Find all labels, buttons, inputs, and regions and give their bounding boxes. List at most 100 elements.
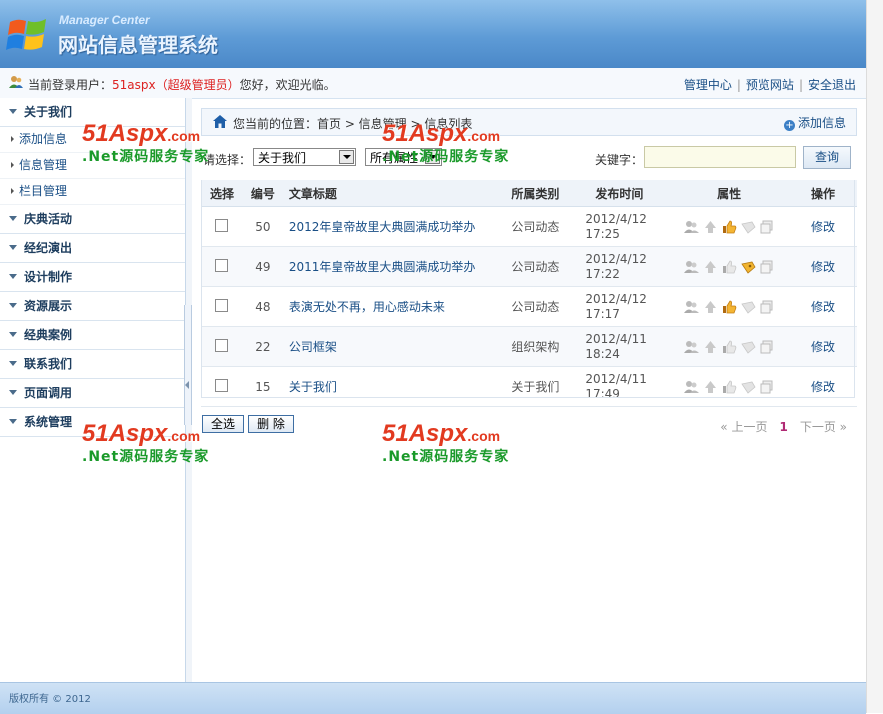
- attribute-select[interactable]: 所有属性: [365, 148, 442, 166]
- menu-item-info-manage[interactable]: 信息管理: [0, 153, 185, 179]
- menu-group-contact[interactable]: 联系我们: [0, 350, 185, 379]
- greet-prefix: 当前登录用户：: [28, 78, 113, 92]
- app-header: Manager Center 网站信息管理系统: [0, 0, 866, 68]
- row-attributes: [669, 206, 790, 247]
- row-date-cell: 2012/4/12 17:17: [569, 286, 670, 327]
- row-select-cell: [201, 246, 243, 287]
- link-logout[interactable]: 安全退出: [808, 78, 856, 92]
- users-icon[interactable]: [683, 260, 699, 274]
- menu-group-label: 经典案例: [24, 328, 73, 342]
- users-icon[interactable]: [683, 220, 699, 234]
- top-arrow-icon[interactable]: [703, 300, 718, 314]
- users-icon[interactable]: [683, 380, 699, 394]
- row-date: 2012/4/12: [585, 251, 647, 266]
- copy-icon[interactable]: [760, 380, 775, 394]
- menu-item-column-manage[interactable]: 栏目管理: [0, 179, 185, 205]
- copy-icon[interactable]: [760, 300, 775, 314]
- row-title-link[interactable]: 2011年皇帝故里大典圆满成功举办: [289, 260, 476, 274]
- menu-group-resources[interactable]: 资源展示: [0, 292, 185, 321]
- edit-link[interactable]: 修改: [811, 220, 835, 234]
- menu-group-label: 关于我们: [24, 105, 73, 119]
- edit-link[interactable]: 修改: [811, 340, 835, 354]
- thumb-up-icon[interactable]: [722, 340, 737, 354]
- query-button[interactable]: 查询: [803, 146, 851, 169]
- link-admin-center[interactable]: 管理中心: [684, 78, 732, 92]
- menu-group-performance[interactable]: 经纪演出: [0, 234, 185, 263]
- watermark-domain: .com: [467, 428, 501, 444]
- expand-icon: [9, 390, 17, 395]
- menu-group-cases[interactable]: 经典案例: [0, 321, 185, 350]
- menu-group-celebration[interactable]: 庆典活动: [0, 205, 185, 234]
- users-icon[interactable]: [683, 340, 699, 354]
- row-attributes: [669, 246, 790, 287]
- expand-icon: [9, 332, 17, 337]
- row-id: 15: [242, 366, 283, 407]
- row-id: 50: [242, 206, 283, 247]
- thumb-up-icon[interactable]: [722, 260, 737, 274]
- recommend-icon[interactable]: [741, 380, 756, 394]
- delete-button[interactable]: 删 除: [248, 415, 294, 433]
- row-checkbox[interactable]: [215, 378, 229, 392]
- menu-group-system[interactable]: 系统管理: [0, 408, 185, 437]
- row-title-link[interactable]: 2012年皇帝故里大典圆满成功举办: [289, 220, 476, 234]
- link-preview-site[interactable]: 预览网站: [746, 78, 794, 92]
- row-date-cell: 2012/4/11 17:49: [569, 366, 670, 407]
- top-arrow-icon[interactable]: [703, 260, 718, 274]
- filter-label: 请选择：: [203, 153, 252, 167]
- select-all-button[interactable]: 全选: [202, 415, 244, 433]
- edit-link[interactable]: 修改: [811, 380, 835, 394]
- copy-icon[interactable]: [760, 260, 775, 274]
- menu-group-design[interactable]: 设计制作: [0, 263, 185, 292]
- breadcrumb-bar: 您当前的位置：首页 > 信息管理 > 信息列表 + 添加信息: [201, 108, 857, 136]
- row-title-link[interactable]: 关于我们: [289, 380, 337, 394]
- thumb-up-icon[interactable]: [722, 300, 737, 314]
- next-page-link[interactable]: 下一页 »: [800, 420, 847, 434]
- row-title-link[interactable]: 公司框架: [289, 340, 337, 354]
- thumb-up-icon[interactable]: [722, 380, 737, 394]
- recommend-icon[interactable]: [741, 300, 756, 314]
- copy-icon[interactable]: [760, 340, 775, 354]
- breadcrumb: 您当前的位置：首页 > 信息管理 > 信息列表: [233, 117, 473, 131]
- row-select-cell: [201, 286, 243, 327]
- row-category: 组织架构: [501, 326, 570, 367]
- chevron-down-icon: [425, 150, 440, 164]
- window-scrollbar[interactable]: [866, 0, 883, 713]
- row-date: 2012/4/12: [585, 291, 647, 306]
- recommend-icon[interactable]: [741, 260, 756, 274]
- sidebar-toggle-handle[interactable]: [184, 305, 192, 425]
- edit-link[interactable]: 修改: [811, 300, 835, 314]
- row-time: 17:25: [585, 226, 620, 241]
- users-icon[interactable]: [683, 300, 699, 314]
- row-date: 2012/4/11: [585, 371, 647, 386]
- menu-group-label: 经纪演出: [24, 241, 73, 255]
- edit-link[interactable]: 修改: [811, 260, 835, 274]
- category-select[interactable]: 关于我们: [253, 148, 356, 166]
- watermark-logo: 51Aspx.com .Net源码服务专家: [382, 420, 509, 466]
- prev-page-link[interactable]: « 上一页: [720, 420, 767, 434]
- thumb-up-icon[interactable]: [722, 220, 737, 234]
- row-actions: 修改: [789, 326, 857, 367]
- user-bar: 当前登录用户：51aspx（超级管理员）您好，欢迎光临。 管理中心 | 预览网站 | 安…: [0, 68, 866, 99]
- menu-group-page-call[interactable]: 页面调用: [0, 379, 185, 408]
- top-arrow-icon[interactable]: [703, 220, 718, 234]
- row-title-link[interactable]: 表演无处不再，用心感动未来: [289, 300, 445, 314]
- row-checkbox[interactable]: [215, 258, 229, 272]
- row-select-cell: [201, 206, 243, 247]
- row-checkbox[interactable]: [215, 298, 229, 312]
- row-checkbox[interactable]: [215, 338, 229, 352]
- row-checkbox[interactable]: [215, 218, 229, 232]
- top-arrow-icon[interactable]: [703, 340, 718, 354]
- keyword-input[interactable]: [644, 146, 796, 168]
- menu-item-add-info[interactable]: 添加信息: [0, 127, 185, 153]
- menu-group-about[interactable]: 关于我们: [0, 98, 185, 127]
- row-actions: 修改: [789, 366, 857, 407]
- recommend-icon[interactable]: [741, 340, 756, 354]
- row-attributes: [669, 366, 790, 407]
- col-date: 发布时间: [569, 180, 670, 207]
- recommend-icon[interactable]: [741, 220, 756, 234]
- top-arrow-icon[interactable]: [703, 380, 718, 394]
- col-title: 文章标题: [282, 180, 502, 207]
- copy-icon[interactable]: [760, 220, 775, 234]
- add-info-button[interactable]: + 添加信息: [783, 114, 846, 131]
- current-page[interactable]: 1: [779, 420, 787, 434]
